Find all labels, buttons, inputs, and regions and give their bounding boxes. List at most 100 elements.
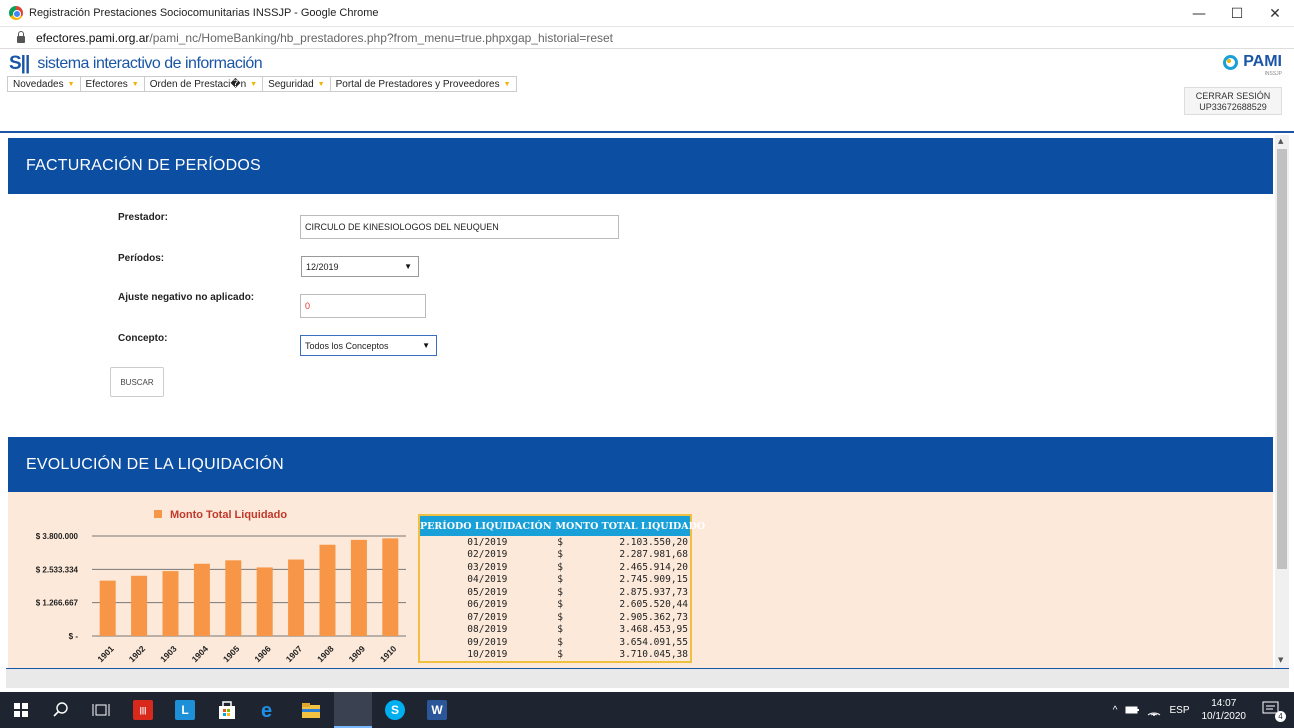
menu-item-orden-prestacion[interactable]: Orden de Prestaci�n ▼ [143,76,263,92]
menu-item-portal-prestadores[interactable]: Portal de Prestadores y Proveedores ▼ [329,76,517,92]
x-tick-label: 1906 [252,643,273,664]
chart-bar [288,559,305,636]
pami-logo-subtext: INSSJP [1264,71,1282,77]
cell-currency: $ [557,624,563,636]
table-row: 10/2019 $3.710.045,38 [420,649,690,662]
tray-chevron-icon[interactable]: ^ [1113,705,1118,716]
search-icon [53,702,68,717]
chart-bar [99,580,116,636]
dropdown-arrow-icon: ▼ [250,80,258,88]
chart-bar [131,575,148,636]
scroll-down-icon[interactable]: ▼ [1278,656,1283,664]
x-tick-label: 1901 [95,643,116,664]
window-titlebar: Registración Prestaciones Sociocomunitar… [0,0,1294,27]
menu-item-efectores[interactable]: Efectores ▼ [79,76,144,92]
battery-icon[interactable] [1125,705,1140,715]
y-tick-label: $ 2.533.334 [36,565,79,574]
taskbar-word[interactable]: W [418,692,456,728]
periodo-select[interactable]: 12/2019 ▼ [301,256,419,277]
scroll-thumb[interactable] [1277,149,1287,569]
x-tick-label: 1909 [347,643,368,664]
cell-currency: $ [557,611,563,623]
cell-periodo: 06/2019 [467,599,508,611]
table-row: 06/2019 $2.605.520,44 [420,599,690,612]
lock-icon [17,31,25,43]
cell-monto: 2.905.362,73 [619,611,688,623]
cell-currency: $ [557,649,563,661]
windows-logo-icon [14,703,28,717]
x-tick-label: 1902 [127,643,148,664]
chart-svg: Monto Total Liquidado $ - $ 1.266.667 $ 2.5… [36,509,406,664]
cell-periodo: 05/2019 [467,586,508,598]
chart-bar [256,567,273,636]
table-row: 05/2019 $2.875.937,73 [420,586,690,599]
sii-logo[interactable]: S|| sistema interactivo de información [9,53,263,75]
concepto-select[interactable]: Todos los Conceptos ▼ [300,335,437,356]
content-scrollbar[interactable]: ▲ ▼ [1275,135,1289,668]
close-button[interactable]: ✕ [1256,0,1294,27]
search-button[interactable] [42,692,80,728]
y-tick-label: $ 3.800.000 [36,532,79,541]
taskbar-app-l[interactable]: L [166,692,204,728]
prestador-label: Prestador: [118,212,169,223]
task-view-button[interactable] [82,692,120,728]
table-row: 03/2019 $2.465.914,20 [420,561,690,574]
col-periodo-header: PERÍODO LIQUIDACIÓN [420,520,552,532]
logout-button[interactable]: CERRAR SESIÓN UP33672688529 [1184,87,1282,115]
cell-currency: $ [557,599,563,611]
cell-periodo: 10/2019 [467,649,508,661]
language-indicator[interactable]: ESP [1169,705,1189,716]
url-text[interactable]: efectores.pami.org.ar/pami_nc/HomeBankin… [36,31,613,45]
x-tick-label: 1903 [158,643,179,664]
cell-monto: 3.468.453,95 [619,624,688,636]
x-tick-label: 1908 [315,643,336,664]
minimize-button[interactable]: — [1180,0,1218,27]
dropdown-arrow-icon: ▼ [503,80,511,88]
maximize-button[interactable]: ☐ [1218,0,1256,27]
wifi-icon[interactable] [1147,704,1161,716]
taskbar-app-red[interactable]: ||| [124,692,162,728]
y-tick-label: $ 1.266.667 [36,599,79,608]
table-row: 08/2019 $3.468.453,95 [420,624,690,637]
clock-time: 14:07 [1211,698,1237,709]
buscar-button[interactable]: BUSCAR [110,367,164,397]
cell-monto: 3.654.091,55 [619,636,688,648]
cell-periodo: 08/2019 [467,624,508,636]
cell-monto: 2.465.914,20 [619,561,688,573]
main-content: FACTURACIÓN DE PERÍODOS Prestador: CIRCU… [6,135,1275,668]
svg-text:e: e [261,700,272,720]
address-bar[interactable]: efectores.pami.org.ar/pami_nc/HomeBankin… [0,27,1294,49]
taskbar-chrome[interactable] [334,692,372,728]
app-header: S|| sistema interactivo de información N… [0,49,1294,133]
chrome-taskbar-icon [343,699,363,719]
cell-periodo: 01/2019 [467,536,508,548]
start-button[interactable] [2,692,40,728]
menu-item-seguridad[interactable]: Seguridad ▼ [262,76,330,92]
taskbar-edge[interactable]: e [250,692,288,728]
scroll-up-icon[interactable]: ▲ [1278,137,1283,145]
chart-bar [193,563,210,636]
ajuste-label: Ajuste negativo no aplicado: [118,292,255,303]
clock-date: 10/1/2020 [1201,711,1247,722]
x-tick-label: 1905 [221,643,242,664]
menu-item-novedades[interactable]: Novedades ▼ [7,76,80,92]
cell-currency: $ [557,586,563,598]
chart-bar [350,539,367,636]
legend-label: Monto Total Liquidado [170,509,287,521]
taskbar-explorer[interactable] [292,692,330,728]
table-row: 02/2019 $2.287.981,68 [420,549,690,562]
prestador-field[interactable]: CIRCULO DE KINESIOLOGOS DEL NEUQUEN [300,215,619,239]
table-row: 04/2019 $2.745.909,15 [420,574,690,587]
page-footer-bar [6,668,1289,688]
col-monto-header: MONTO TOTAL LIQUIDADO [555,520,706,532]
notifications-button[interactable]: 4 [1262,701,1286,722]
cell-periodo: 02/2019 [467,549,508,561]
window-controls: — ☐ ✕ [1180,0,1294,27]
clock[interactable]: 14:07 10/1/2020 [1202,697,1247,723]
ajuste-field[interactable]: 0 [300,294,426,318]
x-tick-label: 1907 [284,643,305,664]
taskbar-store[interactable] [208,692,246,728]
cell-monto: 2.745.909,15 [619,574,688,586]
taskbar-skype[interactable]: S [376,692,414,728]
dropdown-arrow-icon: ▼ [131,80,139,88]
